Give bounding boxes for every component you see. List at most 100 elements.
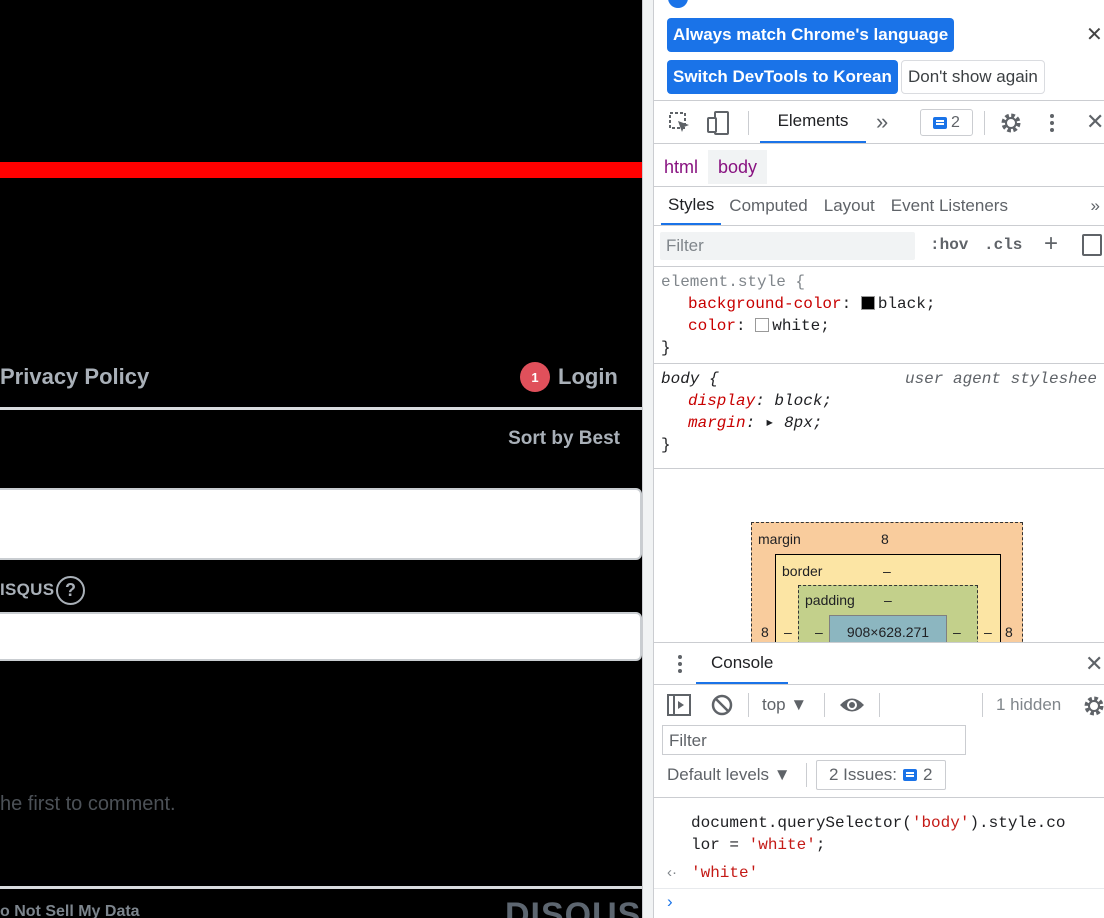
tab-elements[interactable]: Elements [760,101,866,143]
web-page: Privacy Policy 1 Login Sort by Best ISQU… [0,0,642,918]
eye-icon[interactable] [839,695,865,720]
close-icon[interactable]: ✕ [1086,22,1103,47]
rule-close: } [661,436,671,454]
tab-console[interactable]: Console [696,643,789,684]
toolbar-separator [984,111,985,135]
prop-value: white; [772,317,830,335]
devtools-splitter[interactable] [642,0,654,918]
message-icon [903,769,918,781]
margin-label: margin [758,531,801,547]
inspect-icon[interactable] [668,111,692,141]
more-tabs-icon[interactable]: » [876,109,888,135]
margin-value: 8 [881,531,889,547]
more-tabs-icon[interactable]: » [1083,187,1104,225]
empty-comments-message: he first to comment. [0,793,176,815]
tab-layout[interactable]: Layout [816,187,883,225]
help-icon[interactable]: ? [56,576,85,605]
kebab-menu-icon[interactable] [1044,111,1060,141]
kebab-menu-icon[interactable] [676,653,684,680]
message-icon [933,116,948,129]
divider [0,407,642,410]
context-selector[interactable]: top ▼ [762,695,807,715]
styles-filter-input[interactable]: Filter [660,232,915,260]
sort-dropdown[interactable]: Sort by Best [508,428,620,450]
issues-counter-button[interactable]: 2 Issues: 2 [816,760,946,790]
gear-icon[interactable] [1082,694,1104,723]
close-icon[interactable]: ✕ [1085,651,1103,677]
color-swatch[interactable] [860,296,875,310]
login-button[interactable]: 1 Login [520,362,618,392]
prop-name: background-color [688,295,842,313]
border-left-value: – [784,624,792,640]
match-language-button[interactable]: Always match Chrome's language [667,18,955,52]
drawer-tab-bar: Console ✕ [654,643,1104,685]
css-declaration[interactable]: color: white; [661,315,1097,337]
tab-styles[interactable]: Styles [661,187,722,225]
hidden-messages-count: 1 hidden [996,695,1062,714]
devtools-panel: Always match Chrome's language Switch De… [654,0,1104,918]
device-toolbar-icon[interactable] [706,111,730,141]
dont-show-again-button[interactable]: Don't show again [901,60,1045,94]
prop-name: margin [688,414,746,432]
prop-value: 8px; [784,414,823,432]
log-levels-dropdown[interactable]: Default levels ▼ [667,765,791,785]
breadcrumb-html[interactable]: html [654,150,708,184]
breadcrumb-body[interactable]: body [708,150,768,184]
privacy-policy-link[interactable]: Privacy Policy [0,364,149,390]
toolbar-separator [879,693,880,717]
padding-label: padding [805,592,855,608]
switch-korean-button[interactable]: Switch DevTools to Korean [667,60,898,94]
toolbar-separator [824,693,825,717]
margin-left-value: 8 [761,624,769,640]
console-result: 'white' [691,864,759,882]
rule-close: } [661,339,671,357]
divider [654,888,1104,889]
toolbar-separator [982,693,983,717]
expand-triangle-icon[interactable]: ▸ [765,414,784,432]
console-filter-input[interactable]: Filter [662,725,966,755]
sidebar-toggle-icon[interactable] [667,694,691,721]
divider [0,886,642,889]
do-not-sell-link[interactable]: o Not Sell My Data [0,903,140,918]
issues-count: 2 [951,113,960,131]
console-prompt-icon[interactable]: › [667,892,673,912]
rule-selector: body { [661,370,719,388]
login-with-disqus-label: ISQUS [0,580,55,599]
sidebar-toggle-icon[interactable] [1082,234,1102,256]
gear-icon[interactable] [999,111,1023,141]
comment-textarea[interactable] [0,488,642,560]
console-toolbar: top ▼ 1 hidden [654,685,1104,725]
hov-toggle[interactable]: :hov [930,236,968,254]
result-arrow-icon: ‹· [667,864,677,881]
divider [654,468,1104,469]
margin-right-value: 8 [1005,624,1013,640]
border-right-value: – [984,624,992,640]
css-declaration: margin: ▸ 8px; [688,414,823,432]
prop-value: black; [877,295,936,313]
new-rule-icon[interactable]: + [1044,230,1058,258]
prop-name: display [688,392,756,410]
padding-value: – [884,592,892,608]
clear-console-icon[interactable] [711,694,733,721]
color-swatch[interactable] [755,318,770,332]
tab-computed[interactable]: Computed [721,187,815,225]
console-output: document.querySelector('body').style.co … [654,797,1104,918]
toolbar-separator [748,111,749,135]
toolbar-separator [806,763,807,787]
console-command: document.querySelector('body').style.co … [691,814,1066,854]
ua-source: user agent styleshee [904,370,1097,388]
css-declaration: display: block; [688,392,833,410]
disqus-logo[interactable]: DISQUS [505,896,641,918]
css-declaration[interactable]: background-color: black; [661,293,1097,315]
name-input[interactable] [0,612,642,661]
cls-toggle[interactable]: .cls [984,236,1022,254]
border-value: – [883,563,891,579]
issues-button[interactable]: 2 [920,109,973,136]
issues-label: 2 Issues: [829,765,898,784]
prop-value: block; [774,392,833,410]
box-model-margin[interactable]: margin 8 8 8 border – – – padding – – – … [751,522,1023,665]
tab-event-listeners[interactable]: Event Listeners [883,187,1016,225]
issues-count: 2 [923,765,933,784]
body-ua-rule: body { user agent styleshee display: bloc… [654,363,1104,460]
close-devtools-icon[interactable]: ✕ [1086,109,1104,135]
